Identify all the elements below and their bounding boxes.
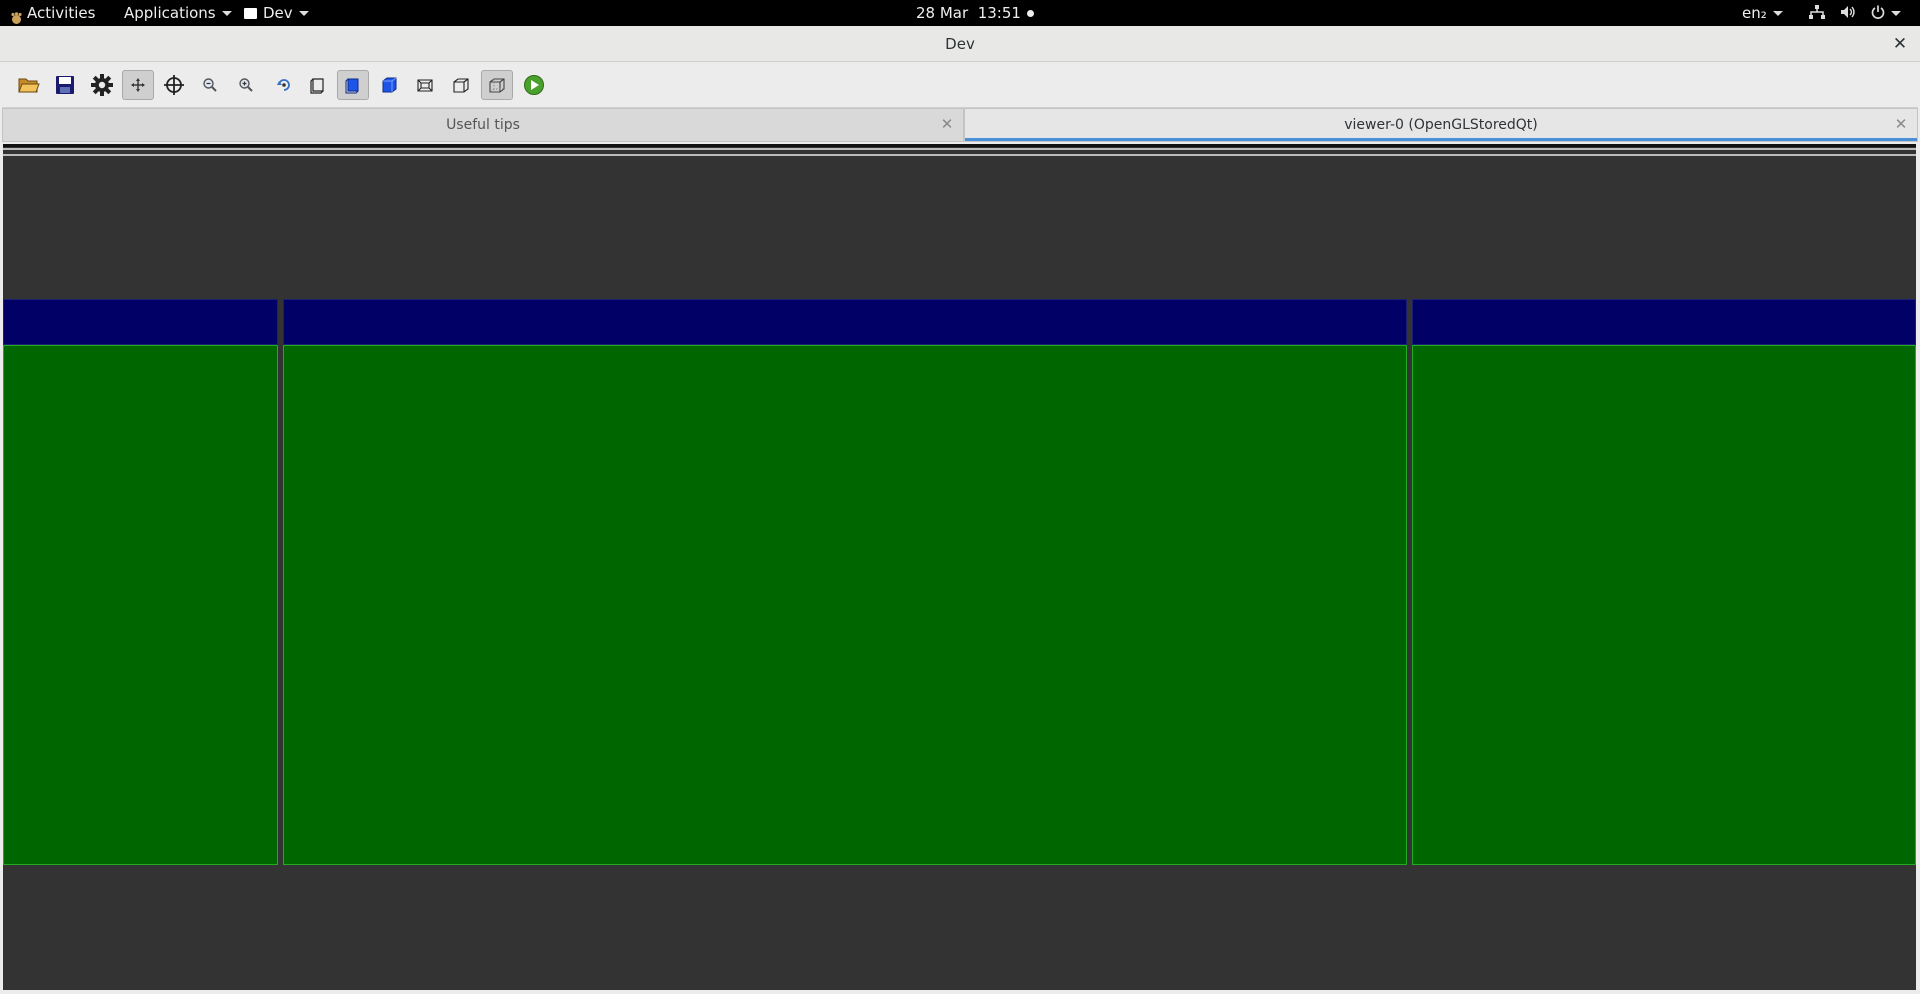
folder-open-icon [18, 75, 40, 95]
pan-tool-button[interactable] [122, 70, 154, 100]
chevron-down-icon [221, 11, 232, 16]
clock-text: 28 Mar 13:51 [916, 4, 1021, 22]
viewer-line [3, 148, 1916, 150]
window-titlebar[interactable]: Dev ✕ [0, 26, 1920, 62]
input-source-menu[interactable]: en₂ [1742, 0, 1783, 26]
chevron-down-icon [298, 11, 309, 16]
open-file-button[interactable] [13, 70, 45, 100]
perspective-view-button[interactable] [409, 70, 441, 100]
rotate-icon [275, 76, 293, 94]
crosshair-icon [163, 74, 185, 96]
window-close-button[interactable]: ✕ [1888, 32, 1912, 56]
active-tab-indicator [965, 138, 1917, 141]
tab-bar: Useful tips ✕ viewer-0 (OpenGLStoredQt) … [2, 107, 1918, 142]
panel-header [1412, 299, 1916, 345]
clock-button[interactable]: 28 Mar 13:51 [916, 0, 1034, 26]
panel-body [3, 345, 278, 865]
panel-header [283, 299, 1407, 345]
gnome-foot-icon [10, 7, 23, 24]
volume-icon [1840, 1, 1856, 27]
zoom-in-icon [238, 77, 254, 93]
window-title: Dev [945, 35, 975, 53]
zoom-out-icon [202, 77, 218, 93]
chevron-down-icon [1772, 11, 1783, 16]
tab-viewer-0[interactable]: viewer-0 (OpenGLStoredQt) ✕ [964, 108, 1918, 142]
opengl-viewer[interactable] [3, 144, 1916, 990]
main-toolbar [0, 63, 1920, 107]
hidden-line-view-button[interactable] [481, 70, 513, 100]
input-source-label: en₂ [1742, 4, 1767, 22]
play-icon [523, 74, 545, 96]
wireframe-view-button[interactable] [302, 70, 334, 100]
panel-header [3, 299, 278, 345]
solid-square-icon [344, 76, 362, 94]
save-button[interactable] [49, 70, 81, 100]
tab-label: viewer-0 (OpenGLStoredQt) [1344, 117, 1538, 133]
system-top-bar: Activities Applications Dev 28 Mar 13:51… [0, 0, 1920, 26]
viewer-line [3, 154, 1916, 156]
applications-label: Applications [124, 4, 216, 22]
notification-dot-icon [1026, 10, 1034, 17]
tab-close-button[interactable]: ✕ [1891, 114, 1911, 134]
tab-close-button[interactable]: ✕ [937, 114, 957, 134]
ortho-box-icon [452, 76, 470, 94]
tab-label: Useful tips [446, 117, 520, 133]
panel-body [1412, 345, 1916, 865]
ortho-view-button[interactable] [445, 70, 477, 100]
solid-3d-view-button[interactable] [373, 70, 405, 100]
center-tool-button[interactable] [158, 70, 190, 100]
app-menu-label: Dev [263, 4, 293, 22]
move-arrows-icon [131, 78, 145, 92]
power-icon [1871, 1, 1885, 27]
settings-button[interactable] [86, 70, 118, 100]
perspective-box-icon [416, 76, 434, 94]
gear-icon [91, 74, 113, 96]
activities-button[interactable]: Activities [10, 0, 95, 26]
activities-label: Activities [27, 4, 96, 22]
wireframe-square-icon [309, 76, 327, 94]
zoom-in-button[interactable] [230, 70, 262, 100]
panel-body [283, 345, 1407, 865]
window-icon [244, 8, 257, 19]
solid-cube-icon [380, 76, 398, 94]
app-window: Dev ✕ Useful tips ✕ viewer-0 (OpenGLStor… [0, 26, 1920, 994]
right-panel [1412, 299, 1916, 865]
network-icon [1809, 1, 1825, 27]
applications-menu[interactable]: Applications [124, 0, 232, 26]
chevron-down-icon [1890, 11, 1901, 16]
run-button[interactable] [518, 70, 550, 100]
left-panel [3, 299, 278, 865]
hidden-line-box-icon [488, 76, 506, 94]
viewer-top-edge [3, 144, 1916, 147]
rotate-tool-button[interactable] [268, 70, 300, 100]
system-menu[interactable] [1809, 0, 1901, 26]
solid-view-button[interactable] [337, 70, 369, 100]
zoom-out-button[interactable] [194, 70, 226, 100]
center-panel [283, 299, 1407, 865]
tab-useful-tips[interactable]: Useful tips ✕ [2, 108, 964, 142]
floppy-disk-icon [55, 75, 75, 95]
app-menu-dev[interactable]: Dev [244, 0, 309, 26]
